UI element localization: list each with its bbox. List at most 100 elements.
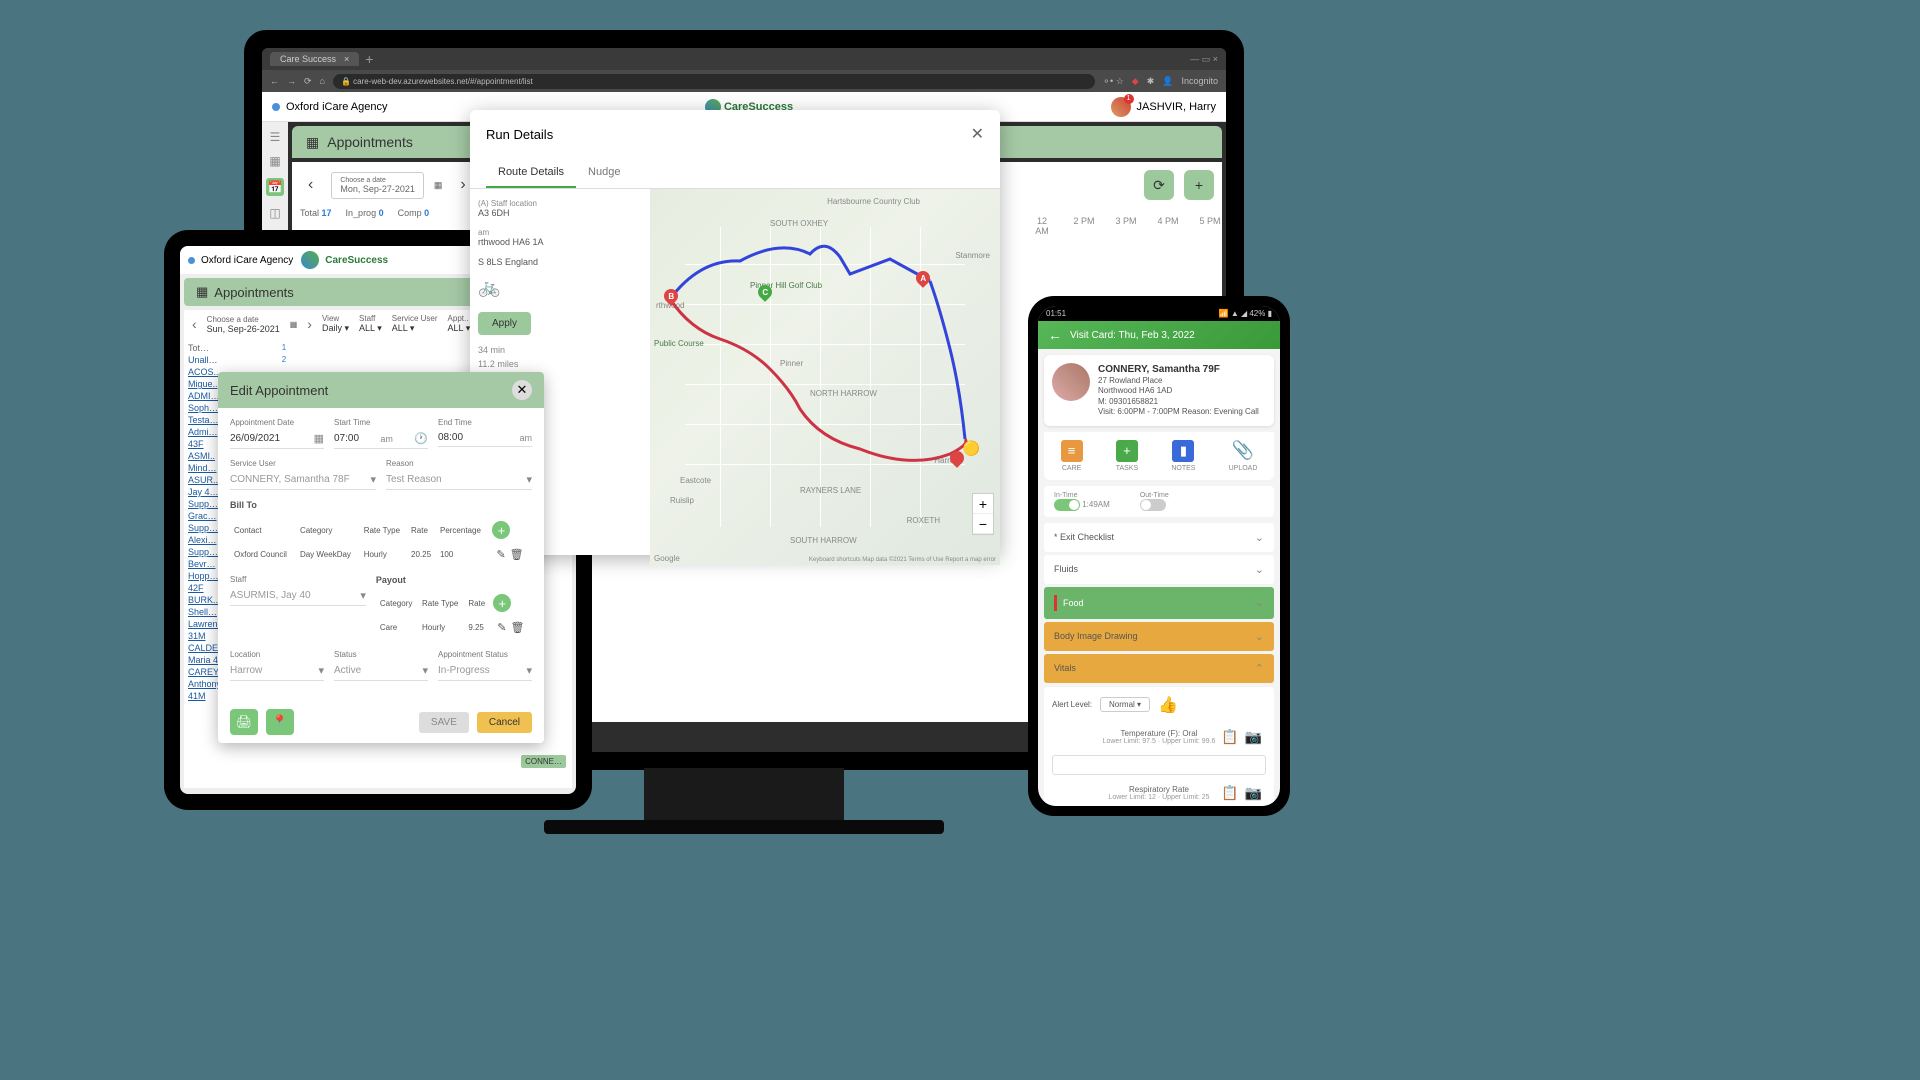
extension-icon[interactable]: ◆	[1132, 76, 1139, 87]
intime-toggle[interactable]	[1054, 499, 1080, 511]
appt-status-select[interactable]: In-Progress▾	[438, 661, 532, 681]
add-bill-row-button[interactable]: +	[492, 521, 510, 539]
forward-icon[interactable]: →	[287, 76, 296, 86]
chevron-down-icon: ⌄	[1255, 563, 1264, 576]
body-image-item[interactable]: Body Image Drawing⌄	[1044, 622, 1274, 651]
modal-title: Run Details	[486, 127, 553, 142]
avatar: 1	[1111, 97, 1131, 117]
close-modal-button[interactable]: ✕	[512, 380, 532, 400]
bike-icon[interactable]: 🚲	[478, 277, 642, 298]
browser-tab-strip: Care Success× + — ▭ ×	[262, 48, 1226, 70]
alert-level-select[interactable]: Normal ▾	[1100, 697, 1150, 712]
avatar	[1052, 363, 1090, 401]
fluids-item[interactable]: Fluids⌄	[1044, 555, 1274, 584]
extensions-icon[interactable]: ✱	[1147, 76, 1155, 87]
calendar-icon: ▦	[306, 134, 319, 151]
calendar-icon[interactable]: ▦	[290, 320, 298, 329]
upload-button[interactable]: 📎UPLOAD	[1229, 440, 1258, 472]
vitals-panel: Alert Level: Normal ▾ 👍 Temperature (F):…	[1044, 687, 1274, 806]
tab-route-details[interactable]: Route Details	[486, 158, 576, 188]
new-tab-button[interactable]: +	[365, 51, 373, 67]
vitals-item[interactable]: Vitals⌃	[1044, 654, 1274, 683]
distance-label: 11.2 miles	[478, 359, 642, 369]
edit-row-icon[interactable]: ✎	[496, 549, 505, 561]
back-button[interactable]: ←	[1048, 327, 1062, 343]
delete-row-icon[interactable]: 🗑	[511, 622, 525, 634]
clipboard-icon[interactable]: 📋	[1221, 728, 1238, 745]
nav-icon[interactable]: 📅	[266, 178, 285, 196]
nav-icon[interactable]: ▦	[269, 154, 280, 168]
close-modal-button[interactable]: ✕	[971, 124, 984, 144]
appointment-chip[interactable]: CONNE…	[521, 755, 566, 768]
calendar-icon[interactable]: ▦	[434, 180, 443, 191]
date-input[interactable]: 26/09/2021▦	[230, 429, 324, 449]
edit-row-icon[interactable]: ✎	[497, 622, 506, 634]
staff-filter[interactable]: StaffALL ▾	[359, 314, 382, 334]
close-tab-icon[interactable]: ×	[344, 54, 349, 64]
camera-icon[interactable]: 📷	[1245, 728, 1262, 745]
tasks-button[interactable]: +TASKS	[1116, 440, 1138, 472]
appt-filter[interactable]: Appt..ALL ▾	[448, 314, 471, 334]
home-icon[interactable]: ⌂	[320, 76, 325, 86]
patient-card: CONNERY, Samantha 79F 27 Rowland Place N…	[1044, 355, 1274, 426]
address-bar[interactable]: 🔒 care-web-dev.azurewebsites.net/#/appoi…	[333, 74, 1095, 89]
reload-icon[interactable]: ⟳	[304, 76, 312, 87]
add-payout-row-button[interactable]: +	[493, 594, 511, 612]
tab-nudge[interactable]: Nudge	[576, 158, 632, 188]
service-user-select[interactable]: CONNERY, Samantha 78F▾	[230, 470, 376, 490]
map-attribution: Keyboard shortcuts Map data ©2021 Terms …	[809, 557, 996, 563]
location-button[interactable]: 📍	[266, 709, 294, 735]
zoom-out-button[interactable]: −	[973, 514, 993, 534]
next-date-button[interactable]: ›	[307, 316, 312, 332]
end-time-input[interactable]: 08:00 am	[438, 429, 532, 447]
view-filter[interactable]: ViewDaily ▾	[322, 314, 349, 334]
clock-icon[interactable]: 🕐	[414, 432, 428, 445]
menu-icon[interactable]: ☰	[270, 130, 281, 144]
zoom-in-button[interactable]: +	[973, 494, 993, 514]
outtime-toggle[interactable]	[1140, 499, 1166, 511]
browser-tab[interactable]: Care Success×	[270, 52, 359, 66]
refresh-button[interactable]: ⟳	[1144, 170, 1174, 200]
clipboard-icon[interactable]: 📋	[1221, 784, 1238, 801]
cancel-button[interactable]: Cancel	[477, 712, 532, 733]
print-button[interactable]: 🖨	[230, 709, 258, 735]
calendar-icon[interactable]: ▦	[314, 432, 324, 445]
prev-date-button[interactable]: ‹	[300, 172, 321, 198]
location-select[interactable]: Harrow▾	[230, 661, 324, 681]
date-picker[interactable]: Choose a date Mon, Sep-27-2021	[331, 172, 424, 199]
map-zoom: + −	[972, 493, 994, 535]
start-time-input[interactable]: 07:00 am🕐	[334, 429, 428, 449]
bill-to-section: Bill To	[230, 500, 532, 510]
pegman-icon[interactable]: 🟡	[963, 440, 980, 457]
time-toggles: In-Time 1:49AM Out-Time	[1044, 486, 1274, 517]
user-menu[interactable]: 1 JASHVIR, Harry	[1111, 97, 1216, 117]
back-icon[interactable]: ←	[270, 76, 279, 86]
thumbs-up-icon[interactable]: 👍	[1158, 695, 1178, 715]
staff-select[interactable]: ASURMIS, Jay 40▾	[230, 586, 366, 606]
run-details-modal: Run Details ✕ Route Details Nudge (A) St…	[470, 110, 1000, 555]
care-button[interactable]: ≡CARE	[1061, 440, 1083, 472]
nav-icon[interactable]: ◫	[269, 206, 280, 220]
bill-row: Oxford CouncilDay WeekDayHourly20.25100✎…	[232, 544, 530, 565]
prev-date-button[interactable]: ‹	[192, 316, 197, 332]
action-bar: ≡CARE +TASKS ▮NOTES 📎UPLOAD	[1044, 432, 1274, 480]
agency-name: Oxford iCare Agency	[286, 101, 388, 113]
temperature-row: Temperature (F): Oral Lower Limit: 97.5 …	[1052, 723, 1266, 751]
notes-button[interactable]: ▮NOTES	[1171, 440, 1195, 472]
camera-icon[interactable]: 📷	[1245, 784, 1262, 801]
profile-icon[interactable]: 👤	[1162, 76, 1173, 87]
save-button[interactable]: SAVE	[419, 712, 469, 733]
brand-logo-icon	[301, 251, 319, 269]
status-select[interactable]: Active▾	[334, 661, 428, 681]
incognito-label: Incognito	[1181, 76, 1218, 86]
exit-checklist-item[interactable]: * Exit Checklist⌄	[1044, 523, 1274, 552]
service-user-filter[interactable]: Service UserALL ▾	[392, 314, 438, 334]
reason-select[interactable]: Test Reason▾	[386, 470, 532, 490]
map-view[interactable]: Hartsbourne Country Club SOUTH OXHEY Sta…	[650, 189, 1000, 565]
food-item[interactable]: Food⌄	[1044, 587, 1274, 619]
date-picker[interactable]: Choose a dateSun, Sep-26-2021	[207, 315, 280, 334]
temperature-input[interactable]	[1052, 755, 1266, 775]
delete-row-icon[interactable]: 🗑	[510, 549, 524, 561]
add-button[interactable]: +	[1184, 170, 1214, 200]
apply-button[interactable]: Apply	[478, 312, 531, 335]
